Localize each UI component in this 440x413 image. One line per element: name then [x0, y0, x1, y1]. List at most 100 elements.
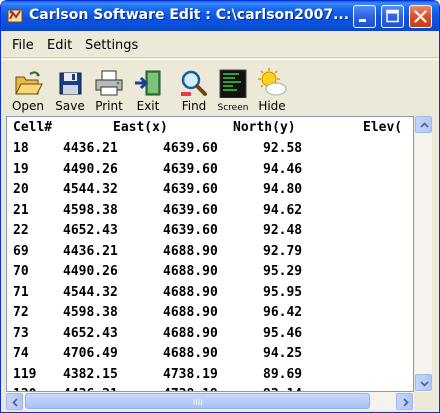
editor-window: Carlson Software Edit : C:\carlson2007..… — [0, 0, 440, 413]
east-value: 4652.43 — [63, 223, 118, 238]
print-label: Print — [95, 99, 123, 113]
north-value: 4639.60 — [163, 182, 218, 197]
hide-button[interactable]: Hide — [255, 66, 289, 114]
save-button[interactable]: Save — [53, 66, 87, 114]
north-value: 4639.60 — [163, 202, 218, 218]
floppy-disk-icon — [59, 72, 82, 95]
screen-label: Screen — [217, 103, 249, 113]
north-value: 4688.90 — [163, 243, 218, 259]
east-value: 4652.43 — [63, 325, 118, 341]
elev-value: 89.69 — [263, 366, 303, 382]
exit-door-icon — [135, 70, 161, 96]
elev-value: 95.46 — [263, 325, 303, 341]
cell-number: 21 — [13, 202, 29, 218]
chevron-down-icon — [420, 381, 429, 387]
grip-icon — [193, 399, 202, 405]
cell-number: 71 — [13, 284, 29, 300]
east-value: 4490.26 — [63, 264, 118, 279]
north-value: 4639.60 — [163, 223, 218, 238]
scroll-down-button[interactable] — [415, 374, 432, 391]
sun-cloud-icon — [258, 68, 287, 96]
elev-value: 92.48 — [263, 223, 303, 238]
magnifier-icon — [181, 70, 207, 96]
minimize-icon — [359, 19, 366, 22]
horizontal-scrollbar[interactable] — [6, 392, 414, 410]
cell-number: 72 — [13, 305, 29, 320]
minimize-button[interactable] — [353, 5, 376, 28]
header-cell: Cell# — [13, 120, 53, 135]
east-value: 4598.38 — [63, 202, 118, 218]
window-title: Carlson Software Edit : C:\carlson2007..… — [29, 7, 350, 23]
north-value: 4688.90 — [163, 346, 218, 361]
cell-number: 19 — [13, 161, 29, 177]
toolbar: Open Save Print Exit Find Screen Hide — [1, 59, 439, 115]
east-value: 4490.26 — [63, 161, 118, 177]
vertical-scrollbar[interactable] — [414, 116, 432, 392]
header-east: East(x) — [113, 120, 168, 135]
screen-button[interactable]: Screen — [213, 66, 253, 114]
menu-file[interactable]: File — [12, 38, 34, 53]
north-value: 4639.60 — [163, 161, 218, 177]
hide-label: Hide — [258, 99, 286, 113]
printer-icon — [95, 70, 123, 96]
title-bar[interactable]: Carlson Software Edit : C:\carlson2007..… — [1, 1, 439, 31]
menu-edit[interactable]: Edit — [47, 38, 72, 53]
cell-number: 70 — [13, 264, 29, 279]
east-value: 4598.38 — [63, 305, 118, 320]
find-label: Find — [181, 99, 207, 113]
cell-number: 74 — [13, 346, 29, 361]
elev-value: 94.80 — [263, 182, 303, 197]
maximize-button[interactable] — [381, 5, 404, 28]
cell-number: 69 — [13, 243, 29, 259]
cell-number: 18 — [13, 141, 29, 156]
east-value: 4436.21 — [63, 141, 118, 156]
scroll-up-button[interactable] — [415, 116, 432, 133]
close-icon — [414, 10, 427, 23]
elev-value: 94.46 — [263, 161, 303, 177]
elev-value: 96.42 — [263, 305, 303, 320]
scrollbar-corner — [414, 392, 432, 410]
menu-settings[interactable]: Settings — [85, 38, 138, 53]
north-value: 4738.19 — [163, 366, 218, 382]
data-text-area[interactable]: Cell# East(x) North(y) Elev( 18 4436.21 46… — [6, 116, 414, 392]
cell-number: 20 — [13, 182, 29, 197]
chevron-left-icon — [12, 398, 18, 407]
header-north: North(y) — [233, 120, 296, 135]
menu-bar: File Edit Settings — [1, 31, 439, 58]
horizontal-scroll-thumb[interactable] — [25, 393, 370, 409]
header-elev: Elev( — [363, 120, 403, 135]
elev-value: 94.62 — [263, 202, 303, 218]
elev-value: 92.58 — [263, 141, 303, 156]
open-label: Open — [11, 99, 45, 113]
north-value: 4688.90 — [163, 284, 218, 300]
maximize-icon — [386, 9, 399, 23]
elev-value: 92.79 — [263, 243, 303, 259]
north-value: 4688.90 — [163, 264, 218, 279]
north-value: 4639.60 — [163, 141, 218, 156]
north-value: 4688.90 — [163, 305, 218, 320]
north-value: 4688.90 — [163, 325, 218, 341]
print-button[interactable]: Print — [91, 66, 127, 114]
app-icon — [7, 9, 23, 23]
exit-label: Exit — [136, 99, 160, 113]
exit-button[interactable]: Exit — [131, 66, 165, 114]
elev-value: 95.95 — [263, 284, 303, 300]
elev-value: 95.29 — [263, 264, 303, 279]
east-value: 4382.15 — [63, 366, 118, 382]
open-button[interactable]: Open — [9, 66, 47, 114]
chevron-up-icon — [420, 122, 429, 128]
close-button[interactable] — [409, 5, 432, 28]
cell-number: 73 — [13, 325, 29, 341]
save-label: Save — [55, 99, 85, 113]
cell-number: 119 — [13, 366, 37, 382]
east-value: 4706.49 — [63, 346, 118, 361]
east-value: 4436.21 — [63, 243, 118, 259]
scroll-right-button[interactable] — [396, 393, 413, 410]
cell-number: 22 — [13, 223, 29, 238]
scroll-left-button[interactable] — [6, 393, 23, 410]
open-folder-icon — [15, 71, 43, 95]
east-value: 4544.32 — [63, 284, 118, 300]
find-button[interactable]: Find — [177, 66, 211, 114]
elev-value: 94.25 — [263, 346, 303, 361]
chevron-right-icon — [403, 398, 409, 407]
